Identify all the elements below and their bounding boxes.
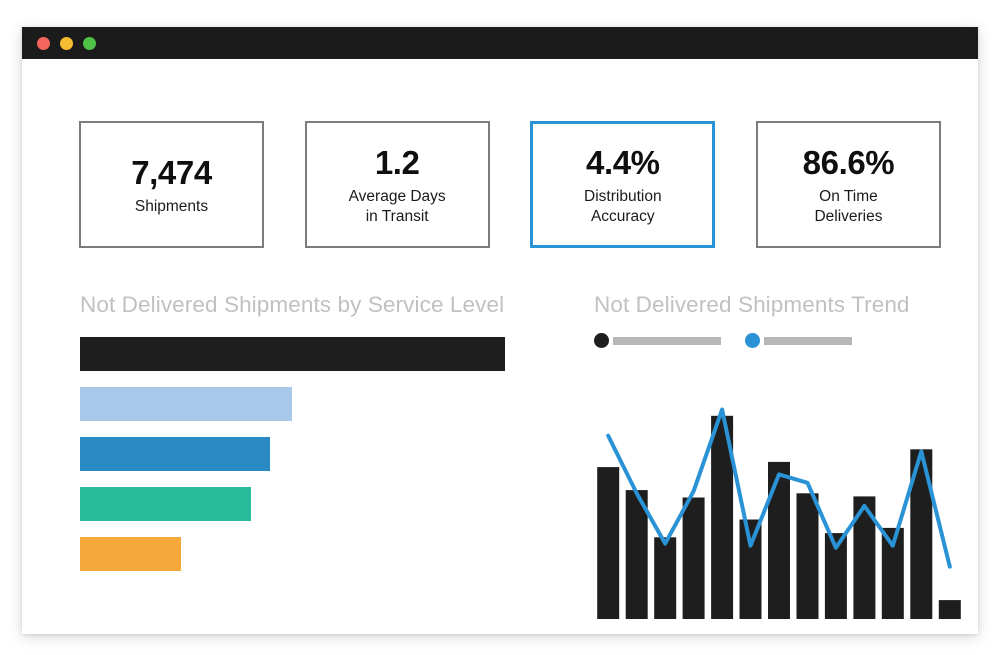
bar-row: [80, 537, 520, 571]
legend-dot-icon: [745, 333, 760, 348]
window-titlebar: [22, 27, 978, 59]
bar-chart-title: Not Delivered Shipments by Service Level: [80, 292, 505, 317]
trend-bar[interactable]: [597, 467, 620, 619]
trend-chart-legend: [594, 333, 876, 348]
maximize-window-button[interactable]: [83, 36, 96, 50]
trend-chart-svg: [597, 407, 961, 620]
kpi-card-average-days-in-transit[interactable]: 1.2 Average Days in Transit: [304, 121, 490, 248]
trend-bar[interactable]: [739, 519, 762, 620]
kpi-label-shipments: Shipments: [134, 198, 209, 216]
legend-item-shipments-series[interactable]: [594, 333, 721, 348]
not-delivered-by-service-level-chart: [80, 337, 520, 587]
kpi-value-distribution-accuracy: 4.4%: [586, 143, 660, 181]
bar-row: [80, 387, 520, 421]
dashboard-canvas: 7,474 Shipments 1.2 Average Days in Tran…: [22, 59, 978, 634]
legend-slider-track[interactable]: [764, 336, 852, 345]
kpi-value-on-time-deliveries: 86.6%: [802, 143, 895, 181]
close-window-button[interactable]: [37, 36, 50, 50]
trend-bar[interactable]: [768, 461, 790, 619]
bar-service-level-5[interactable]: [80, 537, 181, 571]
bar-row: [80, 437, 520, 471]
kpi-value-average-days-in-transit: 1.2: [374, 143, 420, 181]
kpi-label-average-days-in-transit: Average Days in Transit: [348, 188, 446, 226]
kpi-card-shipments[interactable]: 7,474 Shipments: [79, 121, 264, 248]
bar-service-level-4[interactable]: [80, 487, 251, 521]
bar-row: [80, 337, 520, 371]
trend-bar[interactable]: [796, 493, 819, 619]
bar-service-level-3[interactable]: [80, 437, 270, 471]
bar-service-level-1[interactable]: [80, 337, 505, 371]
trend-bar[interactable]: [682, 497, 705, 620]
kpi-card-row: 7,474 Shipments 1.2 Average Days in Tran…: [79, 121, 941, 248]
legend-dot-icon: [594, 333, 609, 348]
kpi-label-distribution-accuracy: Distribution Accuracy: [584, 188, 662, 226]
kpi-label-on-time-deliveries: On Time Deliveries: [814, 188, 883, 226]
kpi-card-distribution-accuracy[interactable]: 4.4% Distribution Accuracy: [530, 121, 716, 248]
legend-slider-track[interactable]: [613, 336, 721, 345]
minimize-window-button[interactable]: [60, 36, 73, 50]
kpi-value-shipments: 7,474: [131, 153, 212, 191]
kpi-card-on-time-deliveries[interactable]: 86.6% On Time Deliveries: [755, 121, 941, 248]
not-delivered-shipments-trend-chart: [594, 391, 964, 631]
bar-row: [80, 487, 520, 521]
app-window: 7,474 Shipments 1.2 Average Days in Tran…: [22, 27, 978, 634]
bar-service-level-2[interactable]: [80, 387, 292, 421]
trend-chart-title: Not Delivered Shipments Trend: [594, 292, 910, 317]
trend-bar[interactable]: [938, 600, 961, 619]
trend-bar[interactable]: [654, 537, 677, 619]
legend-item-trend-series[interactable]: [745, 333, 852, 348]
